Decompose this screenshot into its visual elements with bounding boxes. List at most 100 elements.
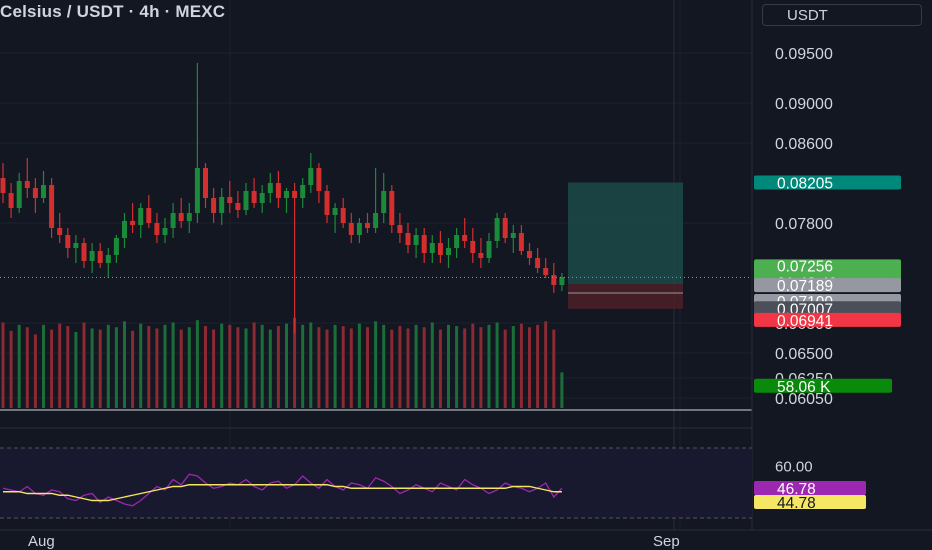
volume-bar <box>398 326 402 408</box>
volume-bar <box>17 324 21 408</box>
candle-body <box>219 197 225 213</box>
volume-bar <box>447 324 450 408</box>
volume-bar <box>195 320 199 408</box>
volume-bar <box>317 327 321 408</box>
candle-body <box>251 191 257 203</box>
candle-body <box>292 191 298 198</box>
candle-body <box>502 218 508 238</box>
volume-bar <box>252 322 256 408</box>
volume-bar <box>487 324 491 408</box>
candle-body <box>527 251 532 258</box>
volume-bar <box>333 324 337 408</box>
candle-body <box>429 243 435 253</box>
volume-bar <box>414 324 418 408</box>
candle-body <box>41 185 46 198</box>
candle-body <box>259 193 265 203</box>
volume-bar <box>374 321 378 408</box>
candle-body <box>308 168 314 185</box>
candle-body <box>32 188 38 198</box>
volume-bar <box>123 321 126 408</box>
volume-bar <box>1 322 5 408</box>
candle-body <box>73 243 79 248</box>
volume-bar <box>25 327 29 408</box>
candle-body <box>16 181 22 208</box>
chart-canvas[interactable]: 0.095000.090000.086000.078000.068000.065… <box>0 0 932 550</box>
candle-body <box>211 198 217 213</box>
volume-bar <box>519 323 523 408</box>
candle-body <box>397 225 403 233</box>
candle-body <box>65 235 71 248</box>
volume-bar <box>220 323 224 408</box>
rsi-tick-label: 60.00 <box>775 459 813 476</box>
volume-bar <box>430 322 434 408</box>
volume-bar <box>349 328 353 408</box>
volume-bar <box>382 324 386 408</box>
volume-bar <box>301 324 305 408</box>
candle-body <box>0 178 6 193</box>
volume-bar <box>285 323 288 408</box>
candle-body <box>162 228 168 235</box>
volume-bar <box>495 322 499 408</box>
price-tick-label: 0.08600 <box>775 136 833 153</box>
price-tick-label: 0.09000 <box>775 96 833 113</box>
candle-body <box>535 258 541 268</box>
volume-bar <box>179 329 183 408</box>
volume-bar <box>390 329 394 408</box>
candle-body <box>405 233 411 245</box>
volume-bar <box>309 322 313 408</box>
volume-bar <box>268 329 272 408</box>
candle-body <box>324 191 330 215</box>
price-marker-label: 0.07189 <box>777 278 833 295</box>
candle-body <box>170 213 176 228</box>
target-zone <box>568 182 683 285</box>
candle-body <box>243 191 249 210</box>
volume-bar <box>438 329 442 408</box>
candle-body <box>186 213 192 221</box>
candle-body <box>194 168 200 213</box>
candle-body <box>57 228 63 235</box>
chart-title: Celsius / USDT · 4h · MEXC <box>0 2 226 21</box>
candle-body <box>413 235 419 245</box>
price-marker-label: 58.06 K <box>777 379 831 396</box>
candle-body <box>284 191 289 198</box>
candle-body <box>316 168 322 191</box>
candle-body <box>105 255 111 263</box>
candle-body <box>97 251 103 263</box>
volume-bar <box>276 326 280 408</box>
candle-body <box>89 251 95 261</box>
volume-bar <box>463 328 467 408</box>
volume-bar <box>228 324 232 408</box>
candle-body <box>24 181 30 188</box>
volume-bar <box>325 329 329 408</box>
volume-bar <box>33 334 37 408</box>
currency-selector-button[interactable]: USDT <box>762 4 922 26</box>
volume-bar <box>260 324 264 408</box>
trading-chart[interactable]: 0.095000.090000.086000.078000.068000.065… <box>0 0 932 550</box>
candle-body <box>227 197 233 203</box>
candle-body <box>356 223 362 235</box>
candle-body <box>138 208 144 225</box>
price-tick-label: 0.09500 <box>775 46 833 63</box>
volume-bar <box>357 323 361 408</box>
candle-body <box>113 238 119 255</box>
volume-bar <box>341 326 345 408</box>
rsi-value-label: 44.78 <box>777 495 816 512</box>
volume-bar <box>114 327 118 408</box>
volume-bar <box>58 323 62 408</box>
candle-body <box>178 213 184 221</box>
volume-bar <box>90 328 94 408</box>
volume-bar <box>236 327 240 408</box>
candle-body <box>470 241 476 253</box>
price-tick-label: 0.06500 <box>775 346 833 363</box>
candle-body <box>446 248 451 255</box>
candle-body <box>478 253 484 258</box>
volume-bar <box>42 324 45 408</box>
volume-bar <box>455 326 459 408</box>
candle-body <box>559 277 565 285</box>
rsi-band <box>0 448 752 518</box>
candle-body <box>348 223 354 235</box>
price-marker-label: 0.08205 <box>777 176 833 193</box>
candle-body <box>389 191 395 225</box>
volume-bar <box>479 327 483 408</box>
volume-bar <box>244 328 248 408</box>
